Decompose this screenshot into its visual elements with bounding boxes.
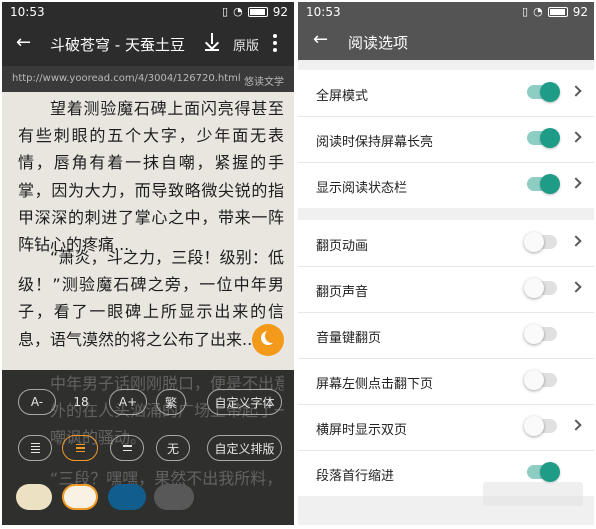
traditional-chinese-button[interactable]: 繁 [156,389,186,415]
app-bar: ← 阅读选项 [298,22,594,60]
status-time: 10:53 [306,5,341,19]
vibrate-icon: ▯ [222,5,229,18]
book-title: 斗破苍穹 - 天蚕土豆 [50,36,185,54]
setting-row-status-bar[interactable]: 显示阅读状态栏 [298,162,594,208]
chevron-right-icon[interactable] [570,235,582,247]
battery-icon [247,7,268,17]
setting-label: 显示阅读状态栏 [316,181,408,196]
reader-screen: 10:53 ▯ ◔ 92 ← 斗破苍穹 - 天蚕土豆 原版 http://www… [2,2,294,525]
reader-toolbar: ← 斗破苍穹 - 天蚕土豆 原版 [2,22,294,66]
background-text-line: “三段？嘿嘿，果然不出我所料， [50,469,283,488]
theme-swatch-cream[interactable] [62,484,98,510]
status-bar: 10:53 ▯ ◔ 92 [298,2,594,22]
page-sound-toggle[interactable] [524,278,557,298]
chevron-right-icon[interactable] [570,85,582,97]
setting-row-page-sound[interactable]: 翻页声音 [298,266,594,312]
page-url[interactable]: http://www.yooread.com/4/3004/126720.htm… [12,73,241,84]
battery-level: 92 [272,5,288,19]
setting-row-fullscreen[interactable]: 全屏模式 [298,70,594,116]
wifi-icon: ◔ [233,5,243,18]
line-spacing-normal-icon [75,443,85,453]
paragraph: 望着测验魔石碑上面闪亮得甚至有些刺眼的五个大字，少年面无表情，唇角有着一抹自嘲，… [18,99,284,255]
page-animation-toggle[interactable] [524,232,557,252]
arrow-left-icon[interactable]: ← [16,33,31,53]
download-icon[interactable] [204,31,220,53]
landscape-double-page-toggle[interactable] [524,416,557,436]
font-decrease-button[interactable]: A- [18,389,56,415]
chevron-right-icon[interactable] [570,281,582,293]
theme-swatch-blue[interactable] [108,484,146,510]
theme-swatch-gray[interactable] [154,484,194,510]
setting-label: 屏幕左侧点击翻下页 [316,377,434,392]
line-spacing-none-button[interactable]: 无 [156,435,190,461]
arrow-left-icon[interactable]: ← [313,30,328,50]
status-bar-toggle[interactable] [527,174,560,194]
status-icons: ▯ ◔ 92 [522,5,588,19]
url-bar: http://www.yooread.com/4/3004/126720.htm… [2,66,294,92]
reader-settings-panel: 中年男子话刚刚脱口，便是不出意 外的在人头汹涌的广场上带起了一阵 嘲讽的骚动。 … [2,370,294,525]
original-source-button[interactable]: 原版 [233,35,259,54]
keep-screen-on-toggle[interactable] [527,128,560,148]
volume-key-paging-toggle[interactable] [524,324,557,344]
paragraph: “萧炎，斗之力，三段！级别：低级！”测验魔石碑之旁，一位中年男子，看了一眼碑上所… [18,248,284,349]
watermark [483,482,583,506]
setting-label: 翻页动画 [316,239,369,254]
page-title: 阅读选项 [348,34,409,52]
setting-label: 横屏时显示双页 [316,423,408,438]
wifi-icon: ◔ [533,5,543,18]
line-spacing-dense-button[interactable] [18,435,52,461]
setting-label: 音量键翻页 [316,331,382,346]
setting-label: 全屏模式 [316,89,369,104]
reader-content[interactable]: 望着测验魔石碑上面闪亮得甚至有些刺眼的五个大字，少年面无表情，唇角有着一抹自嘲，… [2,92,294,372]
chevron-right-icon[interactable] [570,419,582,431]
site-name: 悠读文学 [244,77,284,88]
line-spacing-normal-button[interactable] [62,435,98,461]
reading-options-screen: 10:53 ▯ ◔ 92 ← 阅读选项 全屏模式 阅读时保持屏幕长亮 显示阅读状… [298,2,594,525]
status-bar: 10:53 ▯ ◔ 92 [2,2,294,22]
more-vert-icon[interactable] [273,34,277,52]
status-icons: ▯ ◔ 92 [222,5,288,19]
vibrate-icon: ▯ [522,5,529,18]
custom-font-button[interactable]: 自定义字体 [207,389,282,415]
fullscreen-toggle[interactable] [527,82,560,102]
setting-row-volume-key-paging[interactable]: 音量键翻页 [298,312,594,358]
custom-layout-button[interactable]: 自定义排版 [207,435,282,461]
chevron-right-icon[interactable] [570,177,582,189]
line-spacing-loose-button[interactable] [110,435,144,461]
chevron-right-icon[interactable] [570,131,582,143]
battery-level: 92 [572,5,588,19]
setting-row-landscape-double-page[interactable]: 横屏时显示双页 [298,404,594,450]
left-tap-next-toggle[interactable] [524,370,557,390]
setting-label: 阅读时保持屏幕长亮 [316,135,434,150]
setting-row-keep-screen-on[interactable]: 阅读时保持屏幕长亮 [298,116,594,162]
setting-label: 段落首行缩进 [316,469,395,484]
paragraph-indent-toggle[interactable] [527,462,560,482]
font-increase-button[interactable]: A+ [109,389,147,415]
setting-row-page-animation[interactable]: 翻页动画 [298,220,594,266]
moon-icon[interactable] [252,324,284,356]
line-spacing-dense-icon [30,442,40,454]
settings-group-paging: 翻页动画 翻页声音 音量键翻页 屏幕左侧点击翻下页 横屏时显示双页 段落首行缩进 [298,220,594,496]
battery-icon [547,7,568,17]
theme-swatch-beige[interactable] [16,484,52,510]
font-size-value: 18 [73,395,89,409]
status-time: 10:53 [10,5,45,19]
line-spacing-loose-icon [122,445,132,451]
setting-row-left-tap-next[interactable]: 屏幕左侧点击翻下页 [298,358,594,404]
setting-label: 翻页声音 [316,285,369,300]
settings-group-display: 全屏模式 阅读时保持屏幕长亮 显示阅读状态栏 [298,70,594,208]
